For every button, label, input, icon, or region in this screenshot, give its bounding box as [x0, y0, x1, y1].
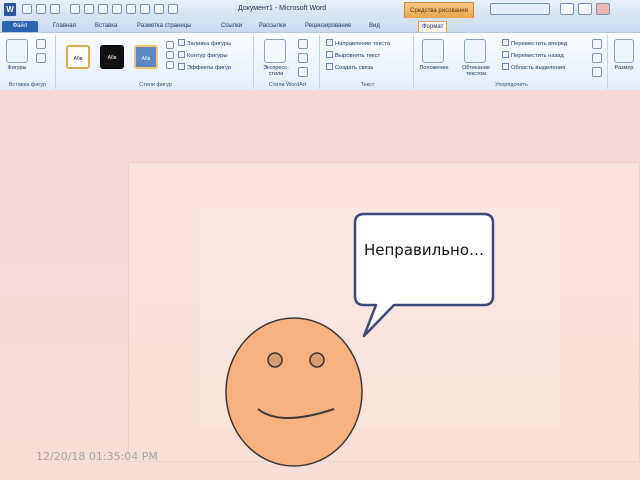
- text-direction-icon: [326, 39, 333, 46]
- tab-file[interactable]: Файл: [2, 21, 38, 32]
- align-icon[interactable]: [592, 39, 602, 49]
- shapes-button-label[interactable]: Фигуры: [2, 65, 32, 71]
- ribbon-tabs: Файл Главная Вставка Разметка страницы С…: [0, 20, 640, 32]
- right-eye: [309, 352, 325, 368]
- word-window: W Документ1 - Microsoft Word Средства ри…: [0, 0, 640, 90]
- minimize-icon[interactable]: [560, 3, 574, 15]
- undo-icon[interactable]: [36, 4, 46, 14]
- selection-pane-icon: [502, 63, 509, 70]
- group-insert-shapes: Фигуры Вставка фигур: [0, 35, 56, 89]
- send-backward-icon: [502, 51, 509, 58]
- open-icon[interactable]: [98, 4, 108, 14]
- close-icon[interactable]: [596, 3, 610, 15]
- word-logo-icon[interactable]: W: [4, 3, 16, 16]
- title-bar: W Документ1 - Microsoft Word Средства ри…: [0, 0, 640, 20]
- text-box-icon[interactable]: [36, 53, 46, 63]
- tab-page-layout[interactable]: Разметка страницы: [134, 21, 194, 32]
- group-label: Вставка фигур: [8, 82, 47, 88]
- group-label: Стили WordArt: [268, 82, 307, 88]
- position-icon[interactable]: [422, 39, 444, 63]
- table-icon[interactable]: [154, 4, 164, 14]
- email-icon[interactable]: [112, 4, 122, 14]
- styles-more-icon[interactable]: [166, 61, 174, 69]
- style-swatch-3[interactable]: Абв: [134, 45, 158, 69]
- align-text-command[interactable]: Выровнять текст: [326, 51, 380, 59]
- shape-outline-command[interactable]: Контур фигуры: [178, 51, 228, 59]
- maximize-icon[interactable]: [578, 3, 592, 15]
- left-eye: [267, 352, 283, 368]
- size-label[interactable]: Размер: [610, 65, 638, 71]
- group-arrange: Положение Обтекание текстом Переместить …: [416, 35, 608, 89]
- text-direction-command[interactable]: Направление текста: [326, 39, 390, 47]
- save-icon[interactable]: [22, 4, 32, 14]
- preview-icon[interactable]: [126, 4, 136, 14]
- effects-icon: [178, 63, 185, 70]
- face-head: [225, 317, 363, 467]
- window-title: Документ1 - Microsoft Word: [238, 5, 327, 12]
- new-document-icon[interactable]: [70, 4, 80, 14]
- link-icon: [326, 63, 333, 70]
- size-icon[interactable]: [614, 39, 634, 63]
- wordart-icon[interactable]: [264, 39, 286, 63]
- edit-shape-icon[interactable]: [36, 39, 46, 49]
- group-label: Упорядочить: [495, 82, 528, 88]
- group-label: Текст: [360, 82, 375, 88]
- align-text-icon: [326, 51, 333, 58]
- spelling-icon[interactable]: [140, 4, 150, 14]
- group-label: Стили фигур: [139, 82, 172, 88]
- group-wordart: Экспресс-стили Стили WordArt: [256, 35, 320, 89]
- bring-forward-command[interactable]: Переместить вперед: [502, 39, 567, 47]
- group-size: Размер: [610, 35, 640, 89]
- send-backward-command[interactable]: Переместить назад: [502, 51, 564, 59]
- account-area[interactable]: [490, 3, 550, 15]
- text-fill-icon[interactable]: [298, 39, 308, 49]
- position-label[interactable]: Положение: [416, 65, 452, 71]
- style-swatch-1[interactable]: Абв: [66, 45, 90, 69]
- shape-effects-command[interactable]: Эффекты фигур: [178, 63, 231, 71]
- print-icon[interactable]: [84, 4, 94, 14]
- tab-insert[interactable]: Вставка: [92, 21, 120, 32]
- create-link-command[interactable]: Создать связь: [326, 63, 373, 71]
- timestamp: 12/20/18 01:35:04 PM: [36, 450, 158, 463]
- tab-references[interactable]: Ссылки: [218, 21, 245, 32]
- text-effects-icon[interactable]: [298, 67, 308, 77]
- wrap-text-label[interactable]: Обтекание текстом: [456, 65, 496, 77]
- quick-styles-label[interactable]: Экспресс-стили: [258, 65, 294, 77]
- speech-bubble[interactable]: [350, 210, 500, 342]
- rotate-icon[interactable]: [592, 67, 602, 77]
- group-shape-styles: Абв Абв Абв Заливка фигуры Контур фигуры…: [58, 35, 254, 89]
- shapes-icon[interactable]: [6, 39, 28, 63]
- group-icon[interactable]: [592, 53, 602, 63]
- speech-bubble-shape: [353, 212, 495, 338]
- smiley-face[interactable]: [222, 310, 372, 470]
- context-tab-title: Средства рисования: [404, 2, 474, 18]
- text-outline-icon[interactable]: [298, 53, 308, 63]
- fill-icon: [178, 39, 185, 46]
- styles-scroll-up-icon[interactable]: [166, 41, 174, 49]
- outline-icon: [178, 51, 185, 58]
- tab-home[interactable]: Главная: [50, 21, 79, 32]
- style-swatch-2[interactable]: Абв: [100, 45, 124, 69]
- styles-scroll-down-icon[interactable]: [166, 51, 174, 59]
- tab-format[interactable]: Формат: [418, 21, 448, 32]
- tab-review[interactable]: Рецензирование: [302, 21, 354, 32]
- ribbon: Фигуры Вставка фигур Абв Абв Абв Заливка…: [0, 32, 640, 90]
- picture-icon[interactable]: [168, 4, 178, 14]
- shape-fill-command[interactable]: Заливка фигуры: [178, 39, 231, 47]
- tab-view[interactable]: Вид: [366, 21, 383, 32]
- wrap-text-icon[interactable]: [464, 39, 486, 63]
- selection-pane-command[interactable]: Область выделения: [502, 63, 565, 71]
- speech-bubble-text: Неправильно…: [363, 241, 485, 259]
- bring-forward-icon: [502, 39, 509, 46]
- group-text: Направление текста Выровнять текст Созда…: [322, 35, 414, 89]
- redo-icon[interactable]: [50, 4, 60, 14]
- tab-mailings[interactable]: Рассылки: [256, 21, 289, 32]
